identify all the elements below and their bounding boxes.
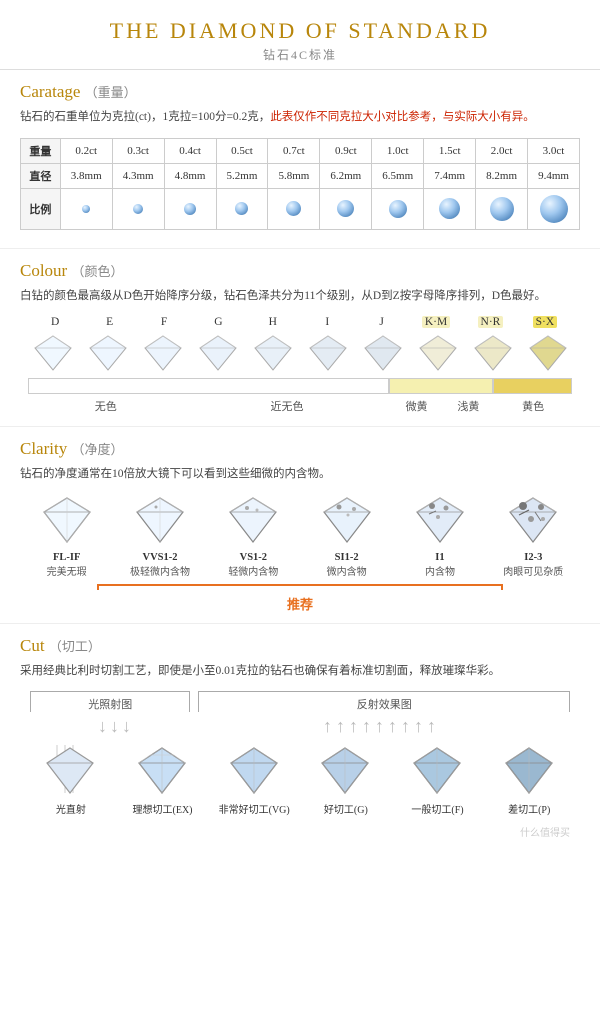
cut-reflect-label: 反射效果图 [198, 691, 570, 712]
diameter-label: 直径 [21, 163, 61, 188]
cut-item-p: 差切工(P) [483, 743, 575, 816]
cut-item-ex: 理想切工(EX) [117, 743, 209, 816]
cut-section: Cut （切工） 采用经典比利时切割工艺，即使是小至0.01克拉的钻石也确保有着… [0, 624, 600, 858]
clarity-title: Clarity （净度） [20, 439, 580, 459]
cut-label-g: 好切工(G) [300, 801, 392, 816]
cut-items-row: 光直射 理想切工(EX) [20, 739, 580, 820]
clarity-recommend-text: 推荐 [40, 594, 560, 613]
colour-diamond-G [198, 334, 238, 372]
carat-ratio-row: 比例 [21, 188, 580, 229]
colour-diamond-J [363, 334, 403, 372]
clarity-item-i23: I2-3 肉眼可见杂质 [487, 495, 580, 578]
colour-desc: 白钻的颜色最高级从D色开始降序分级，钻石色泽共分为11个级别，从D到Z按字母降序… [20, 287, 580, 307]
cut-label-ex: 理想切工(EX) [117, 801, 209, 816]
cut-label-vg: 非常好切工(VG) [208, 801, 300, 816]
caratage-title: Caratage （重量） [20, 82, 580, 102]
clarity-code-vs: VS1-2 [207, 552, 300, 563]
clarity-item-flif: FL-IF 完美无瑕 [20, 495, 113, 578]
clarity-desc: 钻石的净度通常在10倍放大镜下可以看到这些细微的内含物。 [20, 465, 580, 485]
colour-desc-weihuang: 微黄 [391, 398, 443, 414]
colour-desc-labels: 无色 近无色 微黄 浅黄 黄色 [20, 396, 580, 416]
colour-diamond-D [33, 334, 73, 372]
cut-item-vg: 非常好切工(VG) [208, 743, 300, 816]
cut-label-p: 差切工(P) [483, 801, 575, 816]
ratio-label: 比例 [21, 188, 61, 229]
colour-diamond-I [308, 334, 348, 372]
colour-diamond-E [88, 334, 128, 372]
clarity-desc-i1: 内含物 [393, 563, 486, 578]
clarity-item-si: SI1-2 微内含物 [300, 495, 393, 578]
clarity-item-vs: VS1-2 轻微内含物 [207, 495, 300, 578]
colour-bar-white [28, 378, 389, 394]
colour-desc-jinyanse: 近无色 [183, 398, 390, 414]
clarity-code-vvs: VVS1-2 [113, 552, 206, 563]
clarity-code-flif: FL-IF [20, 552, 113, 563]
carat-table: 重量 0.2ct 0.3ct 0.4ct 0.5ct 0.7ct 0.9ct 1… [20, 138, 580, 230]
caratage-section: Caratage （重量） 钻石的石重单位为克拉(ct)，1克拉=100分=0.… [0, 70, 600, 249]
clarity-recommend-wrapper: 推荐 [20, 582, 580, 613]
clarity-code-si: SI1-2 [300, 552, 393, 563]
clarity-items: FL-IF 完美无瑕 VVS1-2 极轻微内含物 [20, 495, 580, 578]
colour-bar-lightyellow [389, 378, 493, 394]
colour-bar-yellow [493, 378, 572, 394]
clarity-desc-flif: 完美无瑕 [20, 563, 113, 578]
cut-title: Cut （切工） [20, 636, 580, 656]
cut-subsection-header: 光照射图 反射效果图 [20, 691, 580, 712]
colour-diamond-SX [528, 334, 568, 372]
colour-desc-wusecolor: 无色 [28, 398, 183, 414]
page-container: THE DIAMOND OF STANDARD 钻石4C标准 Caratage … [0, 0, 600, 857]
colour-grades-row: D E F G H I J K·M N·R [20, 316, 580, 330]
colour-section: Colour （颜色） 白钻的颜色最高级从D色开始降序分级，钻石色泽共分为11个… [0, 249, 600, 428]
colour-diamond-F [143, 334, 183, 372]
carat-header-row: 重量 0.2ct 0.3ct 0.4ct 0.5ct 0.7ct 0.9ct 1… [21, 138, 580, 163]
colour-title: Colour （颜色） [20, 261, 580, 281]
cut-up-arrows: ↑ ↑ ↑ ↑ ↑ ↑ ↑ ↑ ↑ [194, 716, 565, 737]
colour-desc-huangse: 黄色 [494, 398, 572, 414]
cut-down-arrows: ↓ ↓ ↓ [35, 716, 194, 737]
cut-item-direct: 光直射 [25, 743, 117, 816]
cut-item-g: 好切工(G) [300, 743, 392, 816]
watermark: 什么值得买 [20, 820, 580, 847]
cut-light-label: 光照射图 [30, 691, 190, 712]
colour-diamond-KM [418, 334, 458, 372]
clarity-desc-vs: 轻微内含物 [207, 563, 300, 578]
caratage-desc: 钻石的石重单位为克拉(ct)，1克拉=100分=0.2克，此表仅作不同克拉大小对… [20, 108, 580, 128]
cut-label-direct: 光直射 [25, 801, 117, 816]
clarity-code-i1: I1 [393, 552, 486, 563]
colour-diamond-NR [473, 334, 513, 372]
colour-desc-qianhuang: 浅黄 [442, 398, 494, 414]
clarity-desc-si: 微内含物 [300, 563, 393, 578]
clarity-desc-i23: 肉眼可见杂质 [487, 563, 580, 578]
carat-diameter-row: 直径 3.8mm 4.3mm 4.8mm 5.2mm 5.8mm 6.2mm 6… [21, 163, 580, 188]
cut-desc: 采用经典比利时切割工艺，即使是小至0.01克拉的钻石也确保有着标准切割面，释放璀… [20, 662, 580, 682]
clarity-item-i1: I1 内含物 [393, 495, 486, 578]
colour-diamonds-visual-row [20, 330, 580, 376]
cut-arrows-row: ↓ ↓ ↓ ↑ ↑ ↑ ↑ ↑ ↑ ↑ ↑ ↑ [20, 712, 580, 739]
clarity-recommend-bracket [97, 584, 503, 590]
cut-label-f: 一般切工(F) [392, 801, 484, 816]
clarity-section: Clarity （净度） 钻石的净度通常在10倍放大镜下可以看到这些细微的内含物… [0, 427, 600, 624]
header-title-zh: 钻石4C标准 [10, 46, 590, 63]
header-title-en: THE DIAMOND OF STANDARD [10, 18, 590, 44]
colour-bar [28, 378, 572, 394]
clarity-desc-vvs: 极轻微内含物 [113, 563, 206, 578]
weight-label: 重量 [21, 138, 61, 163]
clarity-code-i23: I2-3 [487, 552, 580, 563]
clarity-item-vvs: VVS1-2 极轻微内含物 [113, 495, 206, 578]
cut-item-f: 一般切工(F) [392, 743, 484, 816]
header: THE DIAMOND OF STANDARD 钻石4C标准 [0, 0, 600, 70]
colour-diamond-H [253, 334, 293, 372]
